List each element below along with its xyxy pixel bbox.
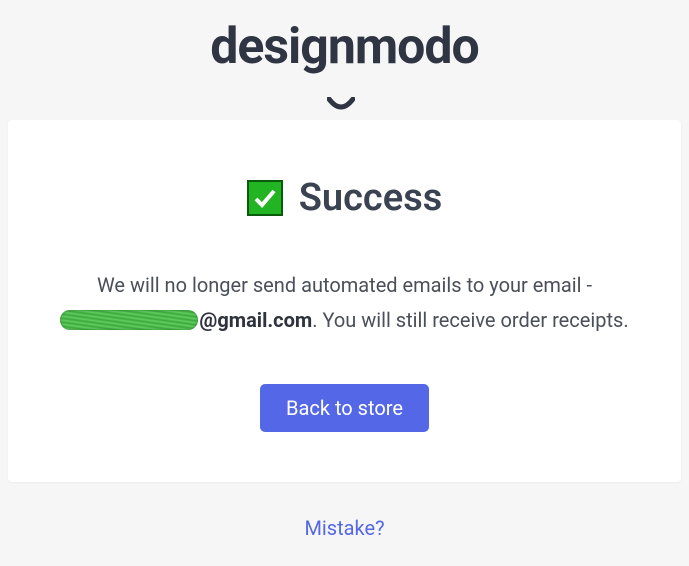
header: designmodo (0, 0, 689, 100)
redacted-email-icon (60, 310, 198, 330)
back-to-store-button[interactable]: Back to store (260, 384, 429, 432)
brand-name: designmodo (210, 18, 479, 76)
message-line-2: @gmail.com. You will still receive order… (48, 303, 641, 338)
brand-logo: designmodo (210, 22, 479, 72)
message-post: . You will still receive order receipts. (312, 308, 628, 332)
check-icon (247, 180, 283, 216)
message-line-1: We will no longer send automated emails … (48, 268, 641, 303)
page-title: Success (299, 176, 443, 220)
mistake-link[interactable]: Mistake? (0, 516, 689, 540)
logo-smile-icon (327, 70, 355, 84)
email-visible-part: @gmail.com (199, 308, 312, 332)
success-card: Success We will no longer send automated… (8, 120, 681, 482)
title-row: Success (48, 176, 641, 220)
success-message: We will no longer send automated emails … (48, 268, 641, 338)
